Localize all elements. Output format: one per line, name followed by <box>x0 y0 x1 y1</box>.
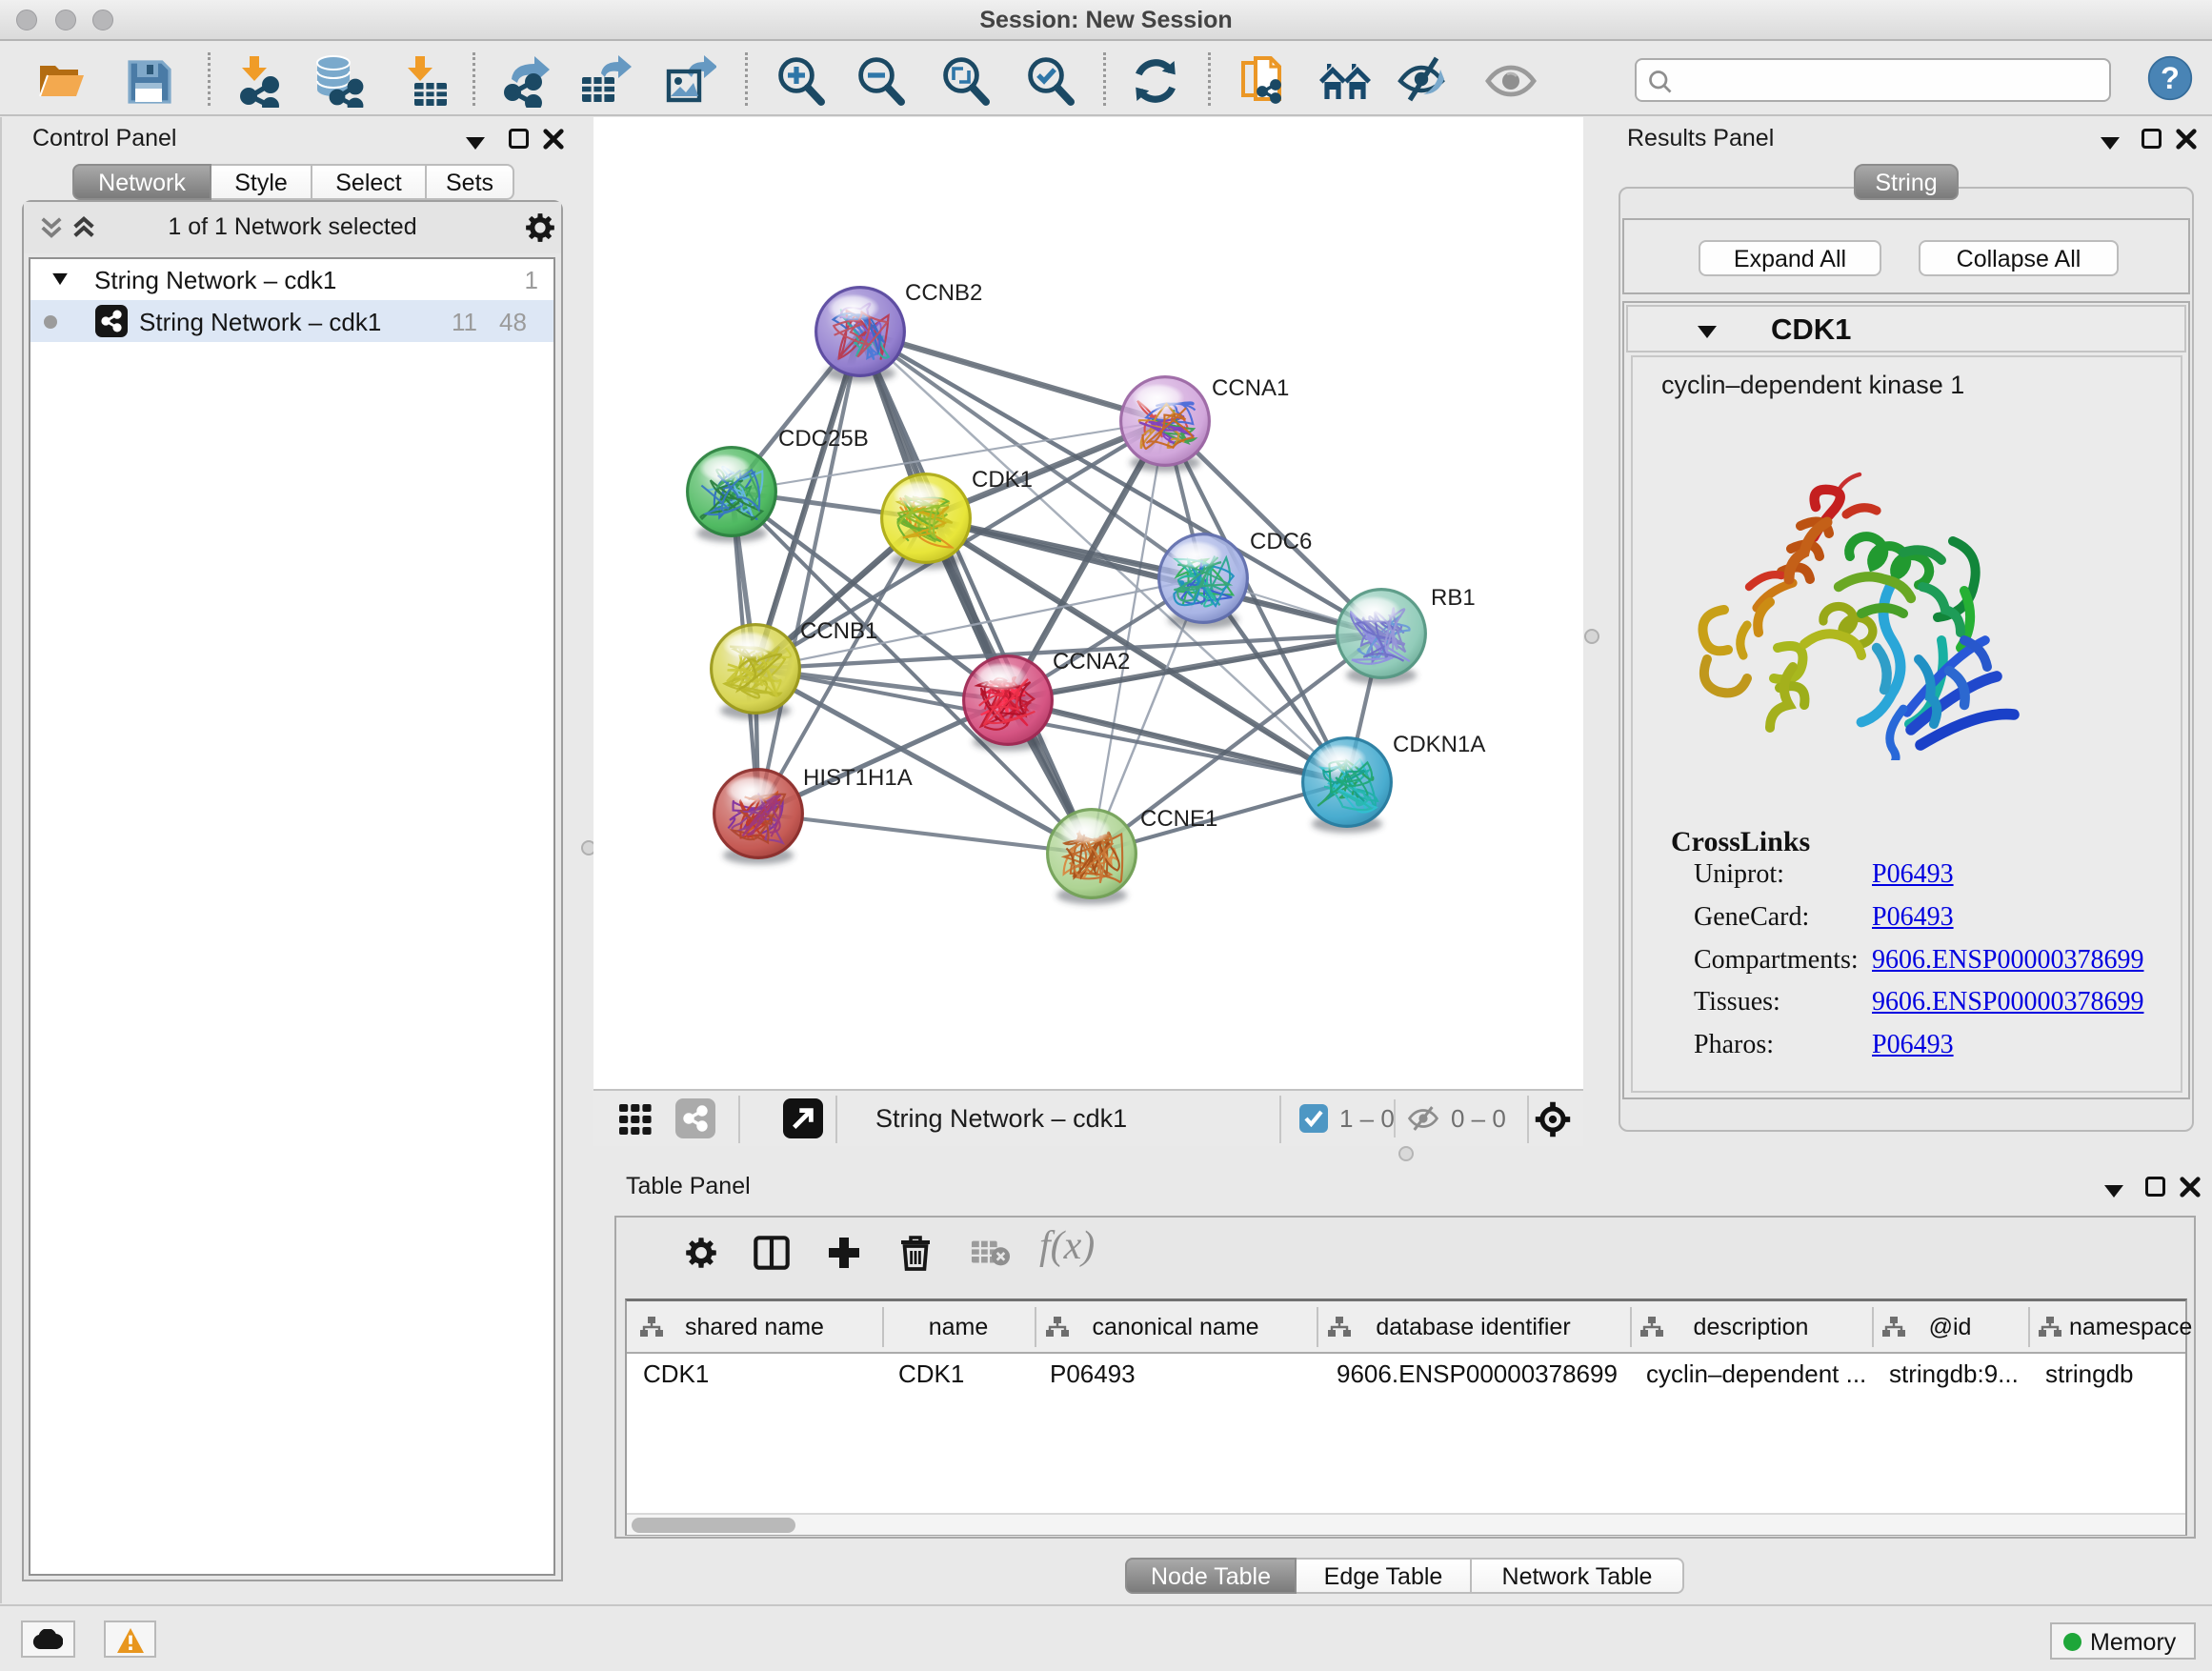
svg-text:CCNB1: CCNB1 <box>800 618 877 644</box>
svg-text:CCNA2: CCNA2 <box>1053 649 1130 674</box>
svg-text:CDC6: CDC6 <box>1250 529 1312 554</box>
svg-text:CCNE1: CCNE1 <box>1140 806 1217 832</box>
svg-text:CDK1: CDK1 <box>972 467 1033 493</box>
svg-text:CCNA1: CCNA1 <box>1212 375 1289 401</box>
svg-text:RB1: RB1 <box>1431 585 1476 611</box>
svg-text:?: ? <box>2161 61 2180 95</box>
svg-text:CDKN1A: CDKN1A <box>1393 732 1485 757</box>
svg-text:HIST1H1A: HIST1H1A <box>803 765 913 791</box>
svg-text:CDC25B: CDC25B <box>778 426 869 452</box>
svg-text:CCNB2: CCNB2 <box>905 280 982 306</box>
